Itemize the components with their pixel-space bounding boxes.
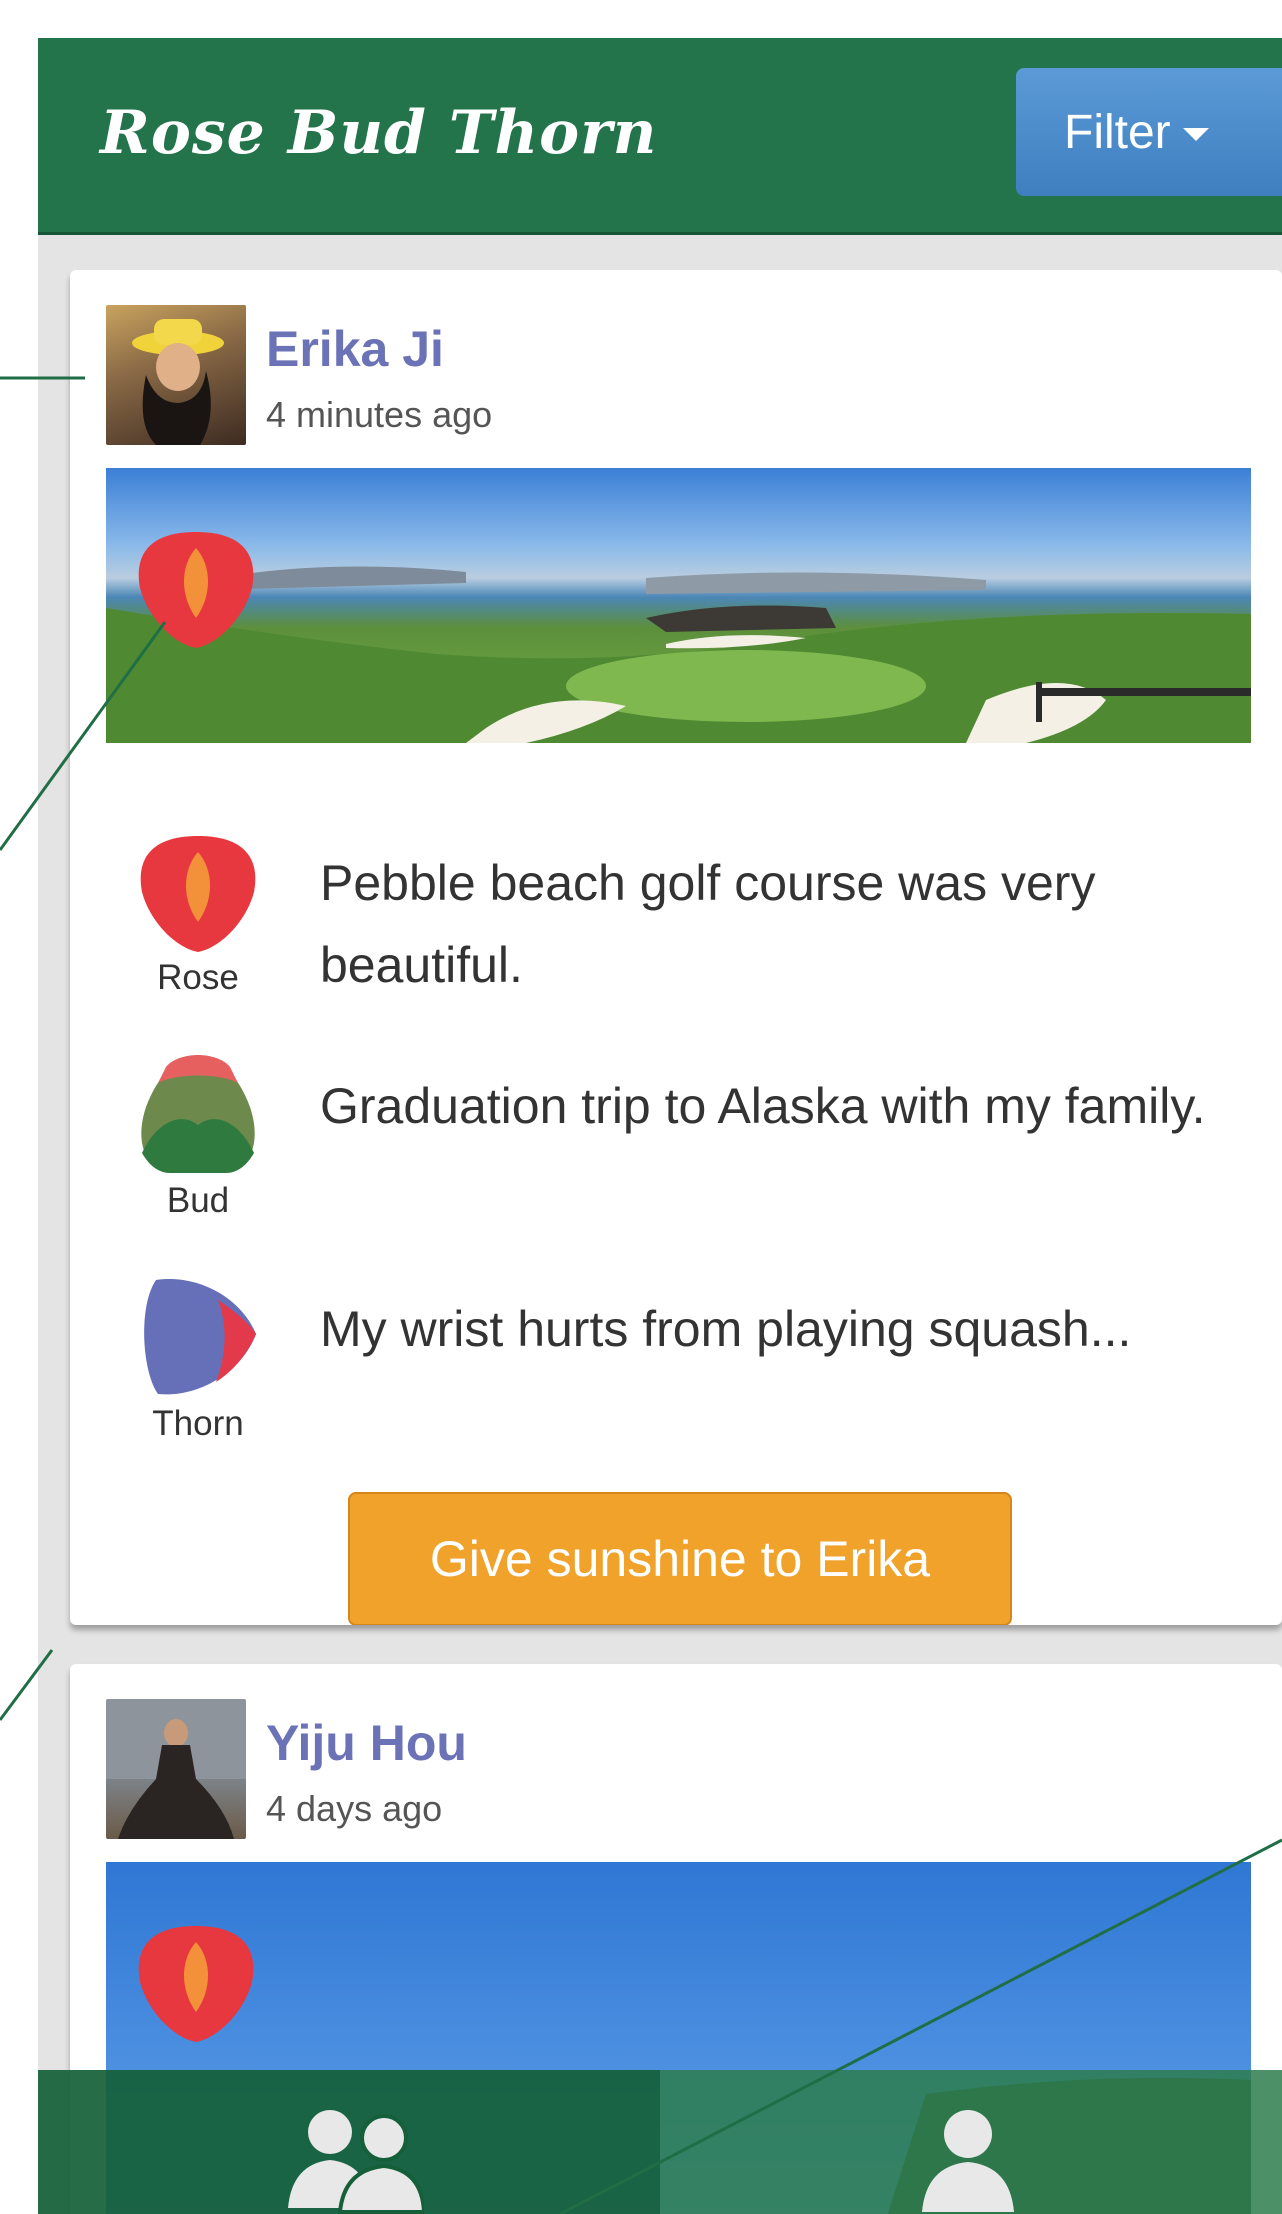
post-card: Erika Ji 4 minutes ago Rose Pebble beach…: [70, 270, 1282, 1625]
entry-category: Bud: [166, 1181, 230, 1220]
tab-bar: [38, 2070, 1282, 2214]
entry-rose: Rose Pebble beach golf course was very b…: [70, 830, 1282, 1020]
post-time: 4 minutes ago: [266, 394, 493, 435]
user-name[interactable]: Yiju Hou: [266, 1714, 467, 1772]
entry-text: Graduation trip to Alaska with my family…: [320, 1078, 1206, 1134]
give-sunshine-button[interactable]: Give sunshine to Erika: [348, 1492, 1012, 1625]
navbar: Rose Bud Thorn Filter: [38, 38, 1282, 235]
avatar[interactable]: [106, 1699, 246, 1839]
thorn-icon: [144, 1279, 256, 1395]
entry-text: My wrist hurts from playing squash...: [320, 1301, 1132, 1357]
avatar[interactable]: [106, 305, 246, 445]
tab-profile[interactable]: [660, 2070, 1282, 2214]
rose-icon: [140, 836, 256, 952]
profile-icon: [922, 2110, 1014, 2212]
caret-down-icon: [1182, 128, 1209, 142]
post-time: 4 days ago: [266, 1788, 443, 1829]
entry-category: Rose: [157, 958, 239, 997]
post-photo: [106, 468, 1251, 743]
filter-label: Filter: [1064, 105, 1171, 159]
entry-text: Pebble beach golf course was very beauti…: [320, 855, 1096, 993]
friends-icon: [288, 2110, 424, 2214]
app-screen: Rose Bud Thorn Filter Erika Ji 4 minutes…: [38, 38, 1282, 2214]
filter-button[interactable]: Filter: [1016, 68, 1282, 196]
user-name[interactable]: Erika Ji: [266, 320, 444, 378]
entry-bud: Bud Graduation trip to Alaska with my fa…: [70, 1053, 1282, 1243]
rose-icon: [138, 532, 254, 648]
entry-category: Thorn: [152, 1404, 244, 1443]
bud-icon: [141, 1055, 255, 1173]
entry-thorn: Thorn My wrist hurts from playing squash…: [70, 1276, 1282, 1466]
rose-icon: [138, 1926, 254, 2042]
app-title: Rose Bud Thorn: [100, 98, 658, 168]
tab-friends[interactable]: [38, 2070, 660, 2214]
